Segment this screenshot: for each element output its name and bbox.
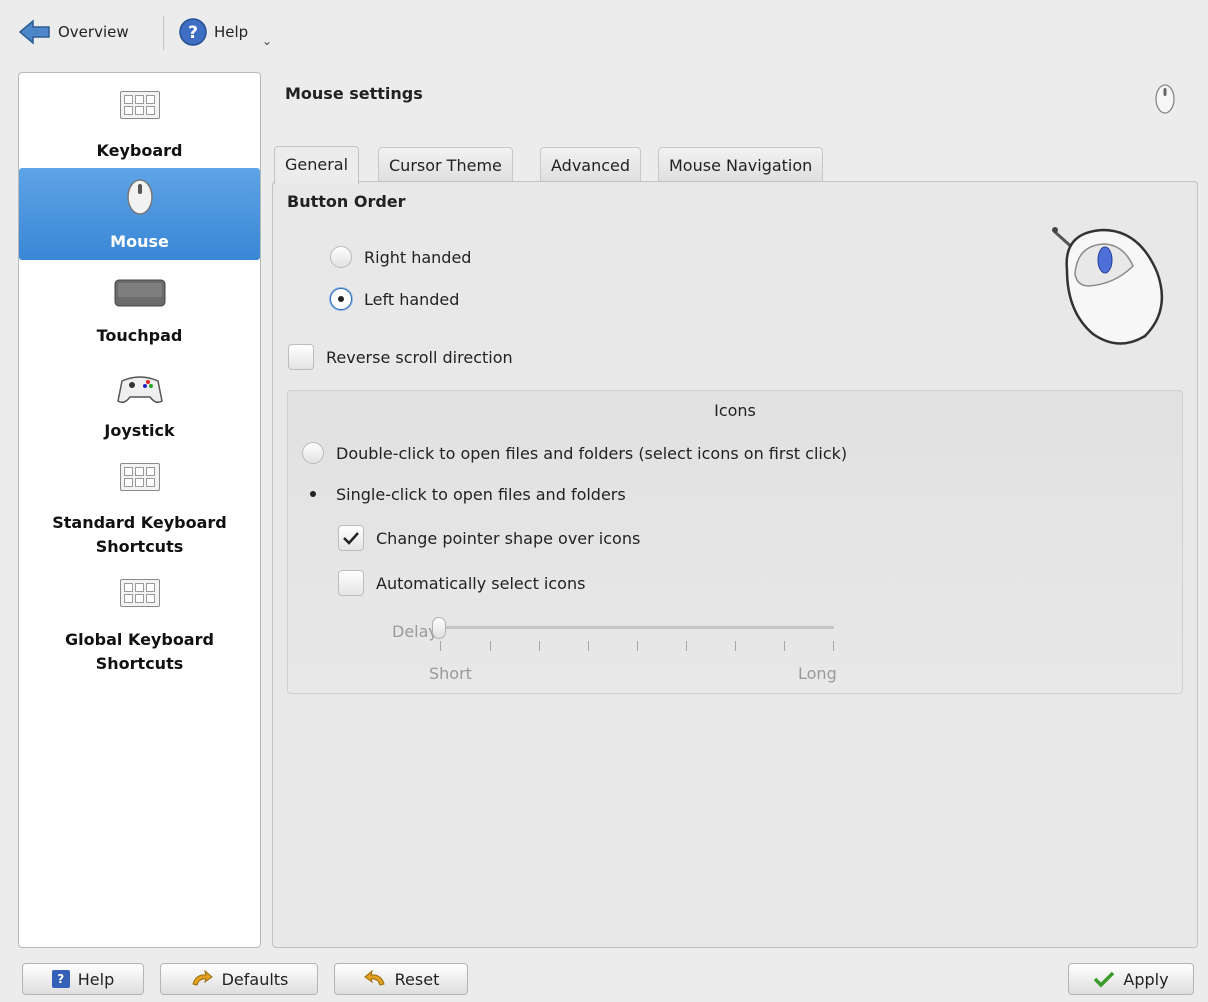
checkmark-icon — [1094, 971, 1115, 988]
tab-label: Advanced — [551, 156, 631, 175]
slider-tick — [784, 641, 785, 651]
keyboard-icon — [119, 579, 160, 607]
auto-select-label: Automatically select icons — [376, 573, 586, 593]
checkbox-indicator — [338, 525, 364, 551]
defaults-button-label: Defaults — [221, 969, 289, 989]
toolbar: Overview ? Help ⌄ — [0, 0, 1208, 62]
touchpad-icon — [114, 279, 165, 307]
sidebar-item-touchpad[interactable]: Touchpad — [19, 269, 260, 357]
help-button[interactable]: ? Help — [22, 963, 144, 995]
single-click-label: Single-click to open files and folders — [336, 484, 626, 504]
radio-indicator — [302, 483, 324, 505]
left-handed-label: Left handed — [364, 289, 460, 309]
right-handed-label: Right handed — [364, 247, 472, 267]
help-menu-button[interactable]: ? Help — [178, 14, 248, 50]
svg-text:?: ? — [188, 23, 198, 43]
overview-button[interactable]: Overview — [18, 14, 129, 50]
tab-label: General — [285, 155, 349, 174]
checkbox-indicator — [288, 344, 314, 370]
sidebar-item-standard-keyboard-shortcuts[interactable]: Standard Keyboard Shortcuts — [19, 457, 260, 567]
change-pointer-label: Change pointer shape over icons — [376, 528, 641, 548]
slider-tick — [490, 641, 491, 651]
button-order-title: Button Order — [287, 192, 406, 211]
tab-mouse-navigation[interactable]: Mouse Navigation — [658, 147, 824, 183]
joystick-icon — [116, 376, 163, 404]
help-button-label: Help — [77, 969, 115, 989]
radio-indicator — [302, 442, 324, 464]
radio-indicator — [330, 288, 352, 310]
apply-button[interactable]: Apply — [1068, 963, 1194, 995]
delay-long-label: Long — [798, 664, 837, 683]
checkmark-icon — [343, 532, 359, 545]
keyboard-icon — [119, 91, 160, 119]
sidebar-item-keyboard[interactable]: Keyboard — [19, 85, 260, 169]
tab-cursor-theme[interactable]: Cursor Theme — [378, 147, 513, 183]
tab-general[interactable]: General — [274, 146, 360, 184]
sidebar: Keyboard Mouse Touchpad Joystick Standar… — [18, 72, 261, 948]
sidebar-item-label: Joystick — [104, 421, 175, 440]
delay-slider-track — [440, 626, 834, 629]
help-label: Help — [214, 23, 249, 41]
help-icon: ? — [179, 18, 207, 46]
overview-label: Overview — [58, 23, 129, 41]
left-handed-radio[interactable]: Left handed — [330, 288, 459, 310]
delay-short-label: Short — [429, 664, 472, 683]
checkbox-indicator — [338, 570, 364, 596]
slider-tick — [686, 641, 687, 651]
tab-advanced[interactable]: Advanced — [540, 147, 642, 183]
defaults-button[interactable]: Defaults — [160, 963, 318, 995]
reset-button-label: Reset — [394, 969, 440, 989]
mouse-icon — [126, 179, 153, 215]
sidebar-item-label: Keyboard — [96, 141, 183, 160]
apply-button-label: Apply — [1123, 969, 1169, 989]
single-click-radio[interactable]: Single-click to open files and folders — [302, 483, 626, 505]
slider-tick — [833, 641, 834, 651]
slider-tick — [440, 641, 441, 651]
double-click-radio[interactable]: Double-click to open files and folders (… — [302, 442, 847, 464]
delay-slider-handle[interactable] — [432, 617, 446, 639]
slider-tick — [735, 641, 736, 651]
mouse-illustration-icon — [1052, 227, 1164, 345]
reset-button[interactable]: Reset — [334, 963, 468, 995]
slider-tick — [539, 641, 540, 651]
auto-select-checkbox[interactable]: Automatically select icons — [338, 570, 585, 596]
sidebar-item-label: Mouse — [110, 232, 169, 251]
help-icon: ? — [51, 970, 70, 988]
tab-label: Mouse Navigation — [669, 156, 813, 175]
double-click-label: Double-click to open files and folders (… — [336, 443, 848, 463]
reverse-scroll-label: Reverse scroll direction — [326, 347, 513, 367]
back-arrow-icon — [18, 19, 50, 45]
keyboard-icon — [119, 463, 160, 491]
sidebar-item-joystick[interactable]: Joystick — [19, 365, 260, 449]
sidebar-item-label: Standard Keyboard Shortcuts — [52, 513, 227, 556]
undo-icon — [363, 970, 385, 986]
radio-indicator — [330, 246, 352, 268]
toolbar-separator — [163, 16, 164, 50]
change-pointer-checkbox[interactable]: Change pointer shape over icons — [338, 525, 640, 551]
slider-tick — [588, 641, 589, 651]
sidebar-item-mouse[interactable]: Mouse — [19, 168, 260, 260]
sidebar-item-label: Global Keyboard Shortcuts — [65, 630, 214, 673]
sidebar-item-label: Touchpad — [96, 326, 183, 345]
mouse-icon — [1155, 84, 1175, 114]
icons-group-title: Icons — [714, 401, 756, 420]
reverse-scroll-checkbox[interactable]: Reverse scroll direction — [288, 344, 513, 370]
chevron-down-icon[interactable]: ⌄ — [262, 34, 272, 48]
defaults-icon — [191, 970, 213, 986]
right-handed-radio[interactable]: Right handed — [330, 246, 471, 268]
slider-tick — [637, 641, 638, 651]
page-title: Mouse settings — [285, 84, 423, 103]
tab-label: Cursor Theme — [389, 156, 502, 175]
sidebar-item-global-keyboard-shortcuts[interactable]: Global Keyboard Shortcuts — [19, 573, 260, 683]
